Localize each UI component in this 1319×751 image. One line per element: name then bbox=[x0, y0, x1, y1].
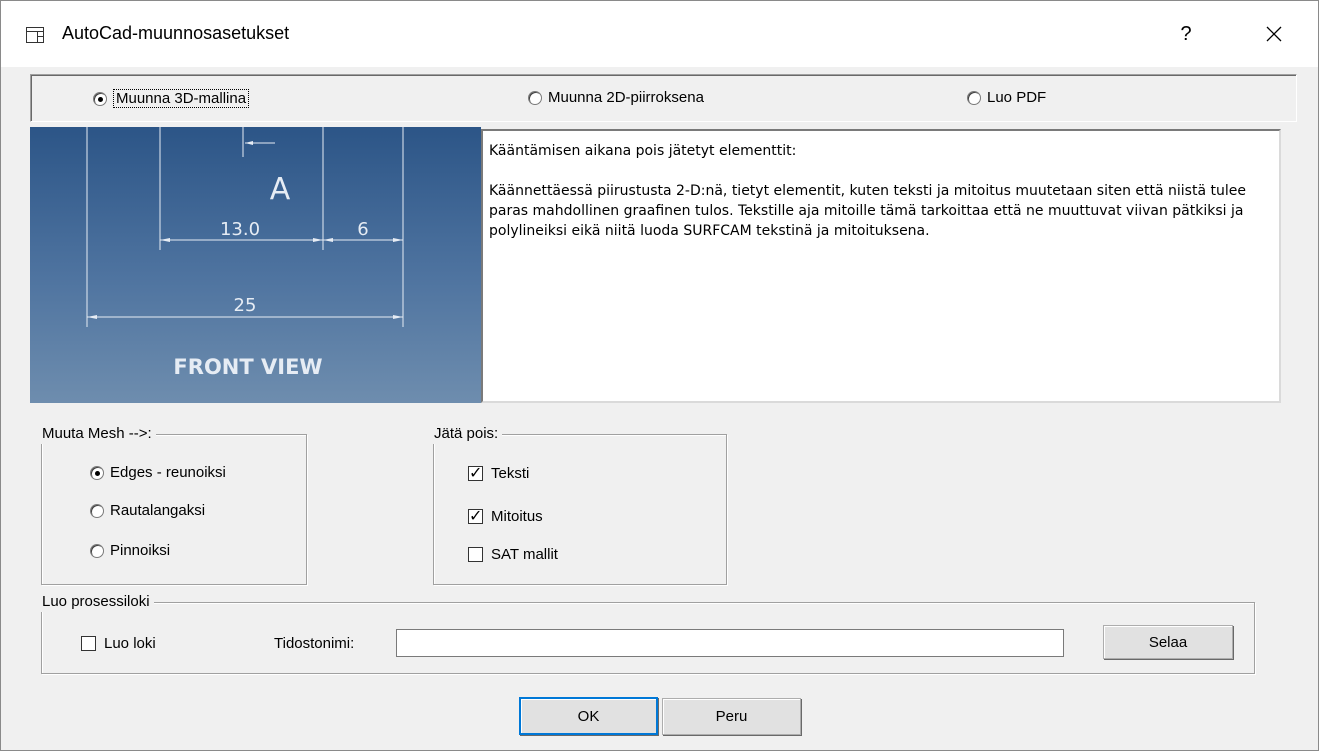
dimension-label-a: A bbox=[270, 172, 291, 207]
exclude-checkbox-text[interactable]: Teksti bbox=[468, 463, 530, 483]
mesh-radio-edges[interactable]: Edges - reunoiksi bbox=[90, 464, 226, 481]
exclude-checkbox-sat[interactable]: SAT mallit bbox=[468, 546, 558, 563]
dialog-app-icon bbox=[25, 25, 45, 45]
mode-radio-pdf[interactable]: Luo PDF bbox=[967, 89, 1046, 106]
exclude-checkbox-dimensions[interactable]: Mitoitus bbox=[468, 506, 543, 526]
mode-label-pdf: Luo PDF bbox=[987, 89, 1047, 106]
mesh-radio-surfaces[interactable]: Pinnoiksi bbox=[90, 542, 170, 559]
radio-selected-icon bbox=[90, 465, 104, 480]
create-log-label: Luo loki bbox=[104, 635, 156, 652]
description-heading: Kääntämisen aikana pois jätetyt elementt… bbox=[489, 143, 797, 159]
radio-unselected-icon bbox=[528, 90, 542, 105]
filename-label: Tidostonimi: bbox=[274, 635, 355, 652]
front-view-drawing: A 13.0 6 25 FRONT VIEW bbox=[86, 127, 404, 379]
checkbox-unchecked-icon bbox=[468, 547, 483, 562]
conversion-mode-bar: Muunna 3D-mallina Muunna 2D-piirroksena … bbox=[30, 74, 1297, 122]
checkbox-checked-icon bbox=[468, 506, 483, 526]
process-log-group-title: Luo prosessiloki bbox=[40, 592, 154, 612]
exclude-label-text: Teksti bbox=[491, 465, 530, 482]
mesh-label-wireframe: Rautalangaksi bbox=[110, 502, 206, 519]
dimension-label-13: 13.0 bbox=[220, 219, 260, 240]
browse-button[interactable]: Selaa bbox=[1103, 625, 1233, 659]
mode-radio-2d[interactable]: Muunna 2D-piirroksena bbox=[528, 89, 704, 106]
ok-button[interactable]: OK bbox=[519, 697, 658, 735]
ok-button-label: OK bbox=[577, 707, 600, 725]
mesh-group-title: Muuta Mesh -->: bbox=[40, 424, 156, 444]
dimension-label-25: 25 bbox=[234, 295, 257, 316]
close-icon bbox=[1266, 26, 1281, 42]
create-log-checkbox[interactable]: Luo loki bbox=[81, 635, 156, 652]
mesh-group: Muuta Mesh -->: Edges - reunoiksi Rautal… bbox=[40, 424, 307, 585]
radio-unselected-icon bbox=[967, 90, 981, 105]
front-view-caption: FRONT VIEW bbox=[173, 355, 322, 379]
cancel-button-label: Peru bbox=[715, 708, 748, 725]
mesh-label-edges: Edges - reunoiksi bbox=[110, 464, 226, 481]
dialog-window: AutoCad-muunnosasetukset ? Muunna 3D-mal… bbox=[0, 0, 1319, 751]
filename-input[interactable] bbox=[396, 629, 1064, 657]
exclude-group-title: Jätä pois: bbox=[432, 424, 503, 444]
radio-selected-icon bbox=[93, 91, 107, 106]
dimension-label-6: 6 bbox=[357, 219, 368, 240]
exclude-group: Jätä pois: Teksti Mitoitus SAT mallit bbox=[432, 424, 727, 585]
mode-radio-3d[interactable]: Muunna 3D-mallina bbox=[93, 89, 250, 108]
title-bar: AutoCad-muunnosasetukset ? bbox=[1, 1, 1318, 67]
checkbox-unchecked-icon bbox=[81, 636, 96, 651]
help-button[interactable]: ? bbox=[1161, 13, 1211, 55]
mode-label-3d: Muunna 3D-mallina bbox=[113, 89, 250, 108]
window-title: AutoCad-muunnosasetukset bbox=[62, 23, 290, 43]
mesh-label-surfaces: Pinnoiksi bbox=[110, 542, 171, 559]
exclude-label-sat: SAT mallit bbox=[491, 546, 558, 563]
radio-unselected-icon bbox=[90, 503, 104, 518]
radio-unselected-icon bbox=[90, 543, 104, 558]
description-body: Käännettäessä piirustusta 2-D:nä, tietyt… bbox=[489, 183, 1246, 239]
mesh-radio-wireframe[interactable]: Rautalangaksi bbox=[90, 502, 205, 519]
help-icon: ? bbox=[1180, 23, 1192, 45]
cancel-button[interactable]: Peru bbox=[662, 698, 801, 735]
checkbox-checked-icon bbox=[468, 463, 483, 483]
exclude-label-dimensions: Mitoitus bbox=[491, 508, 543, 525]
close-button[interactable] bbox=[1246, 13, 1301, 55]
mode-label-2d: Muunna 2D-piirroksena bbox=[548, 89, 704, 106]
description-box: Kääntämisen aikana pois jätetyt elementt… bbox=[481, 129, 1281, 403]
preview-image: A 13.0 6 25 FRONT VIEW bbox=[30, 127, 481, 403]
browse-button-label: Selaa bbox=[1148, 633, 1188, 651]
